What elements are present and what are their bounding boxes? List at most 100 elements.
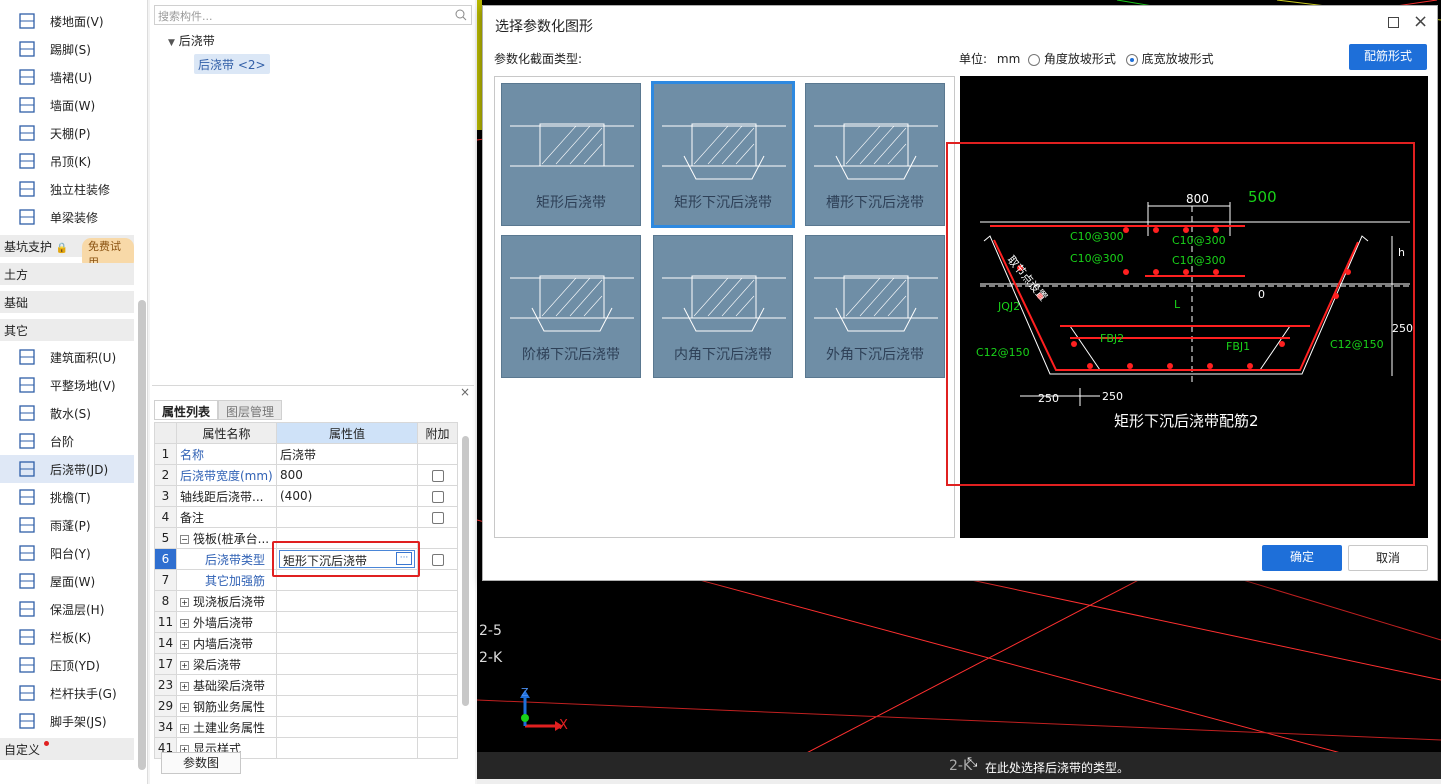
sidebar-item[interactable]: 独立柱装修 bbox=[0, 175, 134, 203]
property-value-cell[interactable] bbox=[276, 695, 418, 717]
property-row[interactable]: 29 + 钢筋业务属性 bbox=[154, 695, 458, 717]
close-icon[interactable]: × bbox=[460, 385, 470, 399]
sidebar-item[interactable]: 散水(S) bbox=[0, 399, 134, 427]
component-search-input[interactable]: 搜索构件... bbox=[154, 5, 472, 25]
category-foundation[interactable]: 基础 bbox=[0, 291, 134, 313]
property-row[interactable]: 8 + 现浇板后浇带 bbox=[154, 590, 458, 612]
extra-checkbox[interactable] bbox=[431, 490, 444, 503]
sidebar-item[interactable]: 建筑面积(U) bbox=[0, 343, 134, 371]
property-row[interactable]: 14 + 内墙后浇带 bbox=[154, 632, 458, 654]
sidebar-item[interactable]: 平整场地(V) bbox=[0, 371, 134, 399]
maximize-icon[interactable] bbox=[1388, 17, 1399, 28]
cancel-button[interactable]: 取消 bbox=[1348, 545, 1428, 571]
close-icon[interactable]: × bbox=[1413, 11, 1428, 32]
property-value-cell[interactable] bbox=[276, 611, 418, 633]
category-pit-support[interactable]: 基坑支护 🔒 免费试用 bbox=[0, 235, 134, 270]
property-value-cell[interactable] bbox=[276, 716, 418, 738]
expand-icon[interactable]: + bbox=[180, 660, 189, 670]
more-options-icon[interactable]: ··· bbox=[396, 552, 412, 565]
property-value-cell[interactable] bbox=[276, 674, 418, 696]
sidebar-scrollbar[interactable] bbox=[138, 300, 146, 770]
property-value-cell[interactable] bbox=[276, 527, 418, 549]
sidebar-item[interactable]: 楼地面(V) bbox=[0, 7, 134, 35]
tab-property-list[interactable]: 属性列表 bbox=[154, 400, 219, 420]
shape-thumbnail[interactable]: 槽形下沉后浇带 bbox=[805, 83, 945, 226]
property-row[interactable]: 6 后浇带类型 矩形下沉后浇带 ··· bbox=[154, 548, 458, 570]
tree-collapse-icon[interactable]: ▼ bbox=[168, 38, 175, 48]
shape-thumbnail[interactable]: 内角下沉后浇带 bbox=[653, 235, 793, 378]
sidebar-item[interactable]: 墙面(W) bbox=[0, 91, 134, 119]
ok-button[interactable]: 确定 bbox=[1262, 545, 1342, 571]
extra-cell bbox=[417, 506, 458, 528]
tree-node-post-cast-strip[interactable]: ▼ 后浇带 bbox=[168, 32, 215, 49]
tree-node-post-cast-strip-2[interactable]: 后浇带 <2> bbox=[194, 54, 270, 74]
sidebar-item[interactable]: 单梁装修 bbox=[0, 203, 134, 231]
radio-width-slope-label[interactable]: 底宽放坡形式 bbox=[1142, 52, 1214, 66]
category-custom[interactable]: 自定义 bbox=[0, 738, 134, 760]
extra-checkbox[interactable] bbox=[431, 469, 444, 482]
shape-thumbnail[interactable]: 外角下沉后浇带 bbox=[805, 235, 945, 378]
shape-type-field[interactable]: 矩形下沉后浇带 ··· bbox=[279, 550, 415, 568]
property-row[interactable]: 7 其它加强筋 bbox=[154, 569, 458, 591]
expand-icon[interactable]: + bbox=[180, 618, 189, 628]
sidebar-item[interactable]: 后浇带(JD) bbox=[0, 455, 134, 483]
shape-thumbnail[interactable]: 矩形后浇带 bbox=[501, 83, 641, 226]
coping-icon bbox=[18, 656, 36, 674]
sidebar-item[interactable]: 墙裙(U) bbox=[0, 63, 134, 91]
search-icon[interactable] bbox=[455, 9, 467, 21]
collapse-icon[interactable]: − bbox=[180, 534, 189, 544]
property-scrollbar[interactable] bbox=[462, 436, 469, 706]
sidebar-item[interactable]: 阳台(Y) bbox=[0, 539, 134, 567]
property-value-cell[interactable] bbox=[276, 590, 418, 612]
sidebar-item[interactable]: 挑檐(T) bbox=[0, 483, 134, 511]
shape-thumbnail[interactable]: 矩形下沉后浇带 bbox=[651, 81, 795, 228]
sidebar-item[interactable]: 屋面(W) bbox=[0, 567, 134, 595]
param-diagram-button[interactable]: 参数图 bbox=[161, 752, 241, 774]
property-row[interactable]: 4 备注 bbox=[154, 506, 458, 528]
sidebar-item[interactable]: 台阶 bbox=[0, 427, 134, 455]
expand-icon[interactable]: + bbox=[180, 597, 189, 607]
dim-0: 0 bbox=[1258, 288, 1265, 301]
expand-icon[interactable]: + bbox=[180, 639, 189, 649]
property-row[interactable]: 11 + 外墙后浇带 bbox=[154, 611, 458, 633]
property-value-cell[interactable] bbox=[276, 506, 418, 528]
property-value-cell[interactable] bbox=[276, 737, 418, 759]
property-value-cell[interactable] bbox=[276, 632, 418, 654]
radio-angle-slope-label[interactable]: 角度放坡形式 bbox=[1044, 52, 1116, 66]
property-value-cell[interactable]: 后浇带 bbox=[276, 443, 418, 465]
property-row[interactable]: 17 + 梁后浇带 bbox=[154, 653, 458, 675]
property-row[interactable]: 34 + 土建业务属性 bbox=[154, 716, 458, 738]
property-row[interactable]: 1 名称 后浇带 bbox=[154, 443, 458, 465]
property-row[interactable]: 2 后浇带宽度(mm) 800 bbox=[154, 464, 458, 486]
expand-icon[interactable]: + bbox=[180, 702, 189, 712]
sidebar-item[interactable]: 天棚(P) bbox=[0, 119, 134, 147]
extra-checkbox[interactable] bbox=[431, 553, 444, 566]
category-earthwork[interactable]: 土方 bbox=[0, 263, 134, 285]
sidebar-item[interactable]: 压顶(YD) bbox=[0, 651, 134, 679]
property-value-cell[interactable]: 矩形下沉后浇带 ··· bbox=[276, 548, 418, 570]
category-other[interactable]: 其它 bbox=[0, 319, 134, 341]
radio-width-slope[interactable] bbox=[1125, 53, 1138, 66]
radio-angle-slope[interactable] bbox=[1028, 53, 1041, 66]
property-row[interactable]: 5− 筏板(桩承台... bbox=[154, 527, 458, 549]
sidebar-item[interactable]: 栏杆扶手(G) bbox=[0, 679, 134, 707]
sidebar-item[interactable]: 雨蓬(P) bbox=[0, 511, 134, 539]
extra-checkbox[interactable] bbox=[431, 511, 444, 524]
sidebar-item[interactable]: 吊顶(K) bbox=[0, 147, 134, 175]
expand-icon[interactable]: + bbox=[180, 723, 189, 733]
property-value-cell[interactable] bbox=[276, 653, 418, 675]
sidebar-item[interactable]: 栏板(K) bbox=[0, 623, 134, 651]
sidebar-item[interactable]: 踢脚(S) bbox=[0, 35, 134, 63]
sidebar-item[interactable]: 脚手架(JS) bbox=[0, 707, 134, 735]
tab-layer-management[interactable]: 图层管理 bbox=[218, 400, 283, 420]
sidebar-item-label: 建筑面积(U) bbox=[50, 351, 117, 365]
expand-icon[interactable]: + bbox=[180, 681, 189, 691]
shape-thumbnail[interactable]: 阶梯下沉后浇带 bbox=[501, 235, 641, 378]
property-value-cell[interactable]: 800 bbox=[276, 464, 418, 486]
rebar-form-button[interactable]: 配筋形式 bbox=[1349, 44, 1427, 70]
property-value-cell[interactable] bbox=[276, 569, 418, 591]
property-row[interactable]: 3 轴线距后浇带... (400) bbox=[154, 485, 458, 507]
property-value-cell[interactable]: (400) bbox=[276, 485, 418, 507]
property-row[interactable]: 23 + 基础梁后浇带 bbox=[154, 674, 458, 696]
sidebar-item[interactable]: 保温层(H) bbox=[0, 595, 134, 623]
